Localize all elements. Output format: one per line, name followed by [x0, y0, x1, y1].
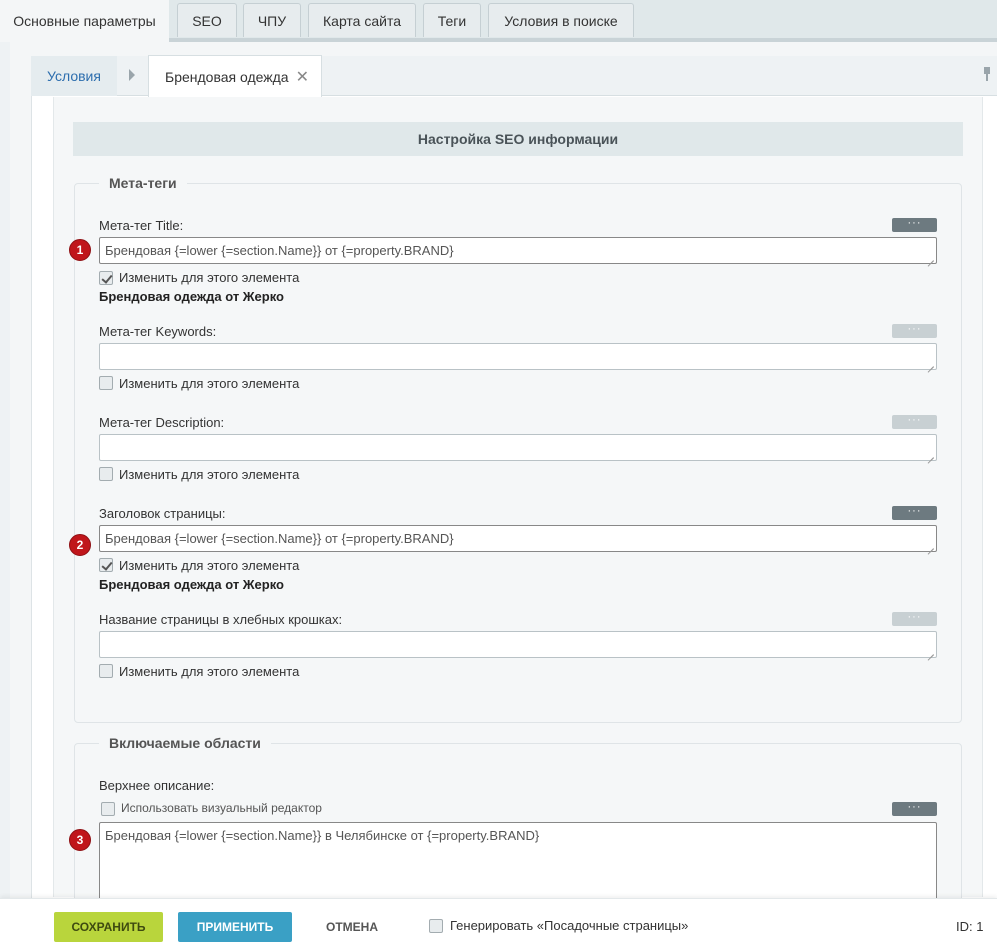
page-heading-preview: Брендовая одежда от Жерко	[99, 577, 284, 592]
tab-chpu[interactable]: ЧПУ	[243, 3, 301, 37]
meta-keywords-more-button[interactable]: ···	[892, 324, 937, 338]
marker-badge-2: 2	[69, 534, 91, 556]
apply-button[interactable]: Применить	[178, 912, 292, 942]
meta-keywords-label: Мета-тег Keywords:	[99, 324, 217, 339]
include-areas-legend: Включаемые области	[99, 735, 271, 751]
save-button[interactable]: Сохранить	[54, 912, 163, 942]
page-heading-checkbox[interactable]	[99, 558, 113, 572]
pin-icon[interactable]	[982, 67, 992, 81]
meta-title-input[interactable]: Брендовая {=lower {=section.Name}} от {=…	[99, 237, 937, 264]
breadcrumb-name-checkbox[interactable]	[99, 664, 113, 678]
breadcrumb-name-input[interactable]	[99, 631, 937, 658]
resize-handle-icon[interactable]	[926, 541, 934, 549]
tab-brand-clothing[interactable]: Брендовая одежда ✕	[148, 55, 322, 97]
meta-title-more-button[interactable]: ···	[892, 218, 937, 232]
meta-description-label: Мета-тег Description:	[99, 415, 225, 430]
meta-title-label: Мета-тег Title:	[99, 218, 184, 233]
generate-landing-checkbox[interactable]	[429, 919, 443, 933]
top-description-value: Брендовая {=lower {=section.Name}} в Чел…	[105, 828, 540, 843]
breadcrumb-name-checkbox-label: Изменить для этого элемента	[119, 664, 300, 679]
tab-seo[interactable]: SEO	[177, 3, 237, 37]
inner-tab-bar: Условия Брендовая одежда ✕	[31, 55, 997, 97]
top-description-more-button[interactable]: ···	[892, 802, 937, 816]
tab-brand-clothing-label: Брендовая одежда	[165, 68, 289, 85]
meta-title-checkbox-label: Изменить для этого элемента	[119, 270, 300, 285]
meta-description-more-button[interactable]: ···	[892, 415, 937, 429]
resize-handle-icon[interactable]	[926, 647, 934, 655]
meta-keywords-input[interactable]	[99, 343, 937, 370]
page-heading-label: Заголовок страницы:	[99, 506, 226, 521]
marker-badge-3: 3	[69, 829, 91, 851]
top-description-label: Верхнее описание:	[99, 778, 215, 793]
tab-main-params[interactable]: Основные параметры	[0, 0, 169, 42]
meta-title-value: Брендовая {=lower {=section.Name}} от {=…	[105, 243, 454, 258]
page-heading-more-button[interactable]: ···	[892, 506, 937, 520]
marker-badge-1: 1	[69, 239, 91, 261]
generate-landing-label: Генерировать «Посадочные страницы»	[450, 918, 689, 933]
resize-handle-icon[interactable]	[926, 253, 934, 261]
bottom-action-bar: Сохранить Применить Отмена Генерировать …	[0, 898, 997, 952]
meta-description-checkbox[interactable]	[99, 467, 113, 481]
top-tab-bar: Основные параметры SEO ЧПУ Карта сайта Т…	[0, 0, 997, 42]
meta-title-preview: Брендовая одежда от Жерко	[99, 289, 284, 304]
meta-description-checkbox-label: Изменить для этого элемента	[119, 467, 300, 482]
visual-editor-label: Использовать визуальный редактор	[121, 801, 322, 815]
page-heading-input[interactable]: Брендовая {=lower {=section.Name}} от {=…	[99, 525, 937, 552]
resize-handle-icon[interactable]	[926, 359, 934, 367]
tab-sitemap[interactable]: Карта сайта	[308, 3, 416, 37]
tab-tags[interactable]: Теги	[423, 3, 481, 37]
tab-search-conditions[interactable]: Условия в поиске	[488, 3, 634, 37]
meta-keywords-checkbox-label: Изменить для этого элемента	[119, 376, 300, 391]
meta-title-checkbox[interactable]	[99, 271, 113, 285]
tab-conditions[interactable]: Условия	[31, 56, 117, 96]
page-heading-checkbox-label: Изменить для этого элемента	[119, 558, 300, 573]
breadcrumb-name-label: Название страницы в хлебных крошках:	[99, 612, 343, 627]
seo-section-header: Настройка SEO информации	[73, 122, 963, 156]
meta-description-input[interactable]	[99, 434, 937, 461]
element-id: ID: 1	[956, 919, 984, 934]
breadcrumb-name-more-button[interactable]: ···	[892, 612, 937, 626]
meta-keywords-checkbox[interactable]	[99, 376, 113, 390]
cancel-button[interactable]: Отмена	[310, 912, 394, 942]
page-heading-value: Брендовая {=lower {=section.Name}} от {=…	[105, 531, 454, 546]
chevron-right-icon	[129, 69, 135, 81]
visual-editor-checkbox[interactable]	[101, 802, 115, 816]
resize-handle-icon[interactable]	[926, 450, 934, 458]
meta-tags-legend: Мета-теги	[99, 175, 187, 191]
close-icon[interactable]: ✕	[296, 67, 309, 87]
